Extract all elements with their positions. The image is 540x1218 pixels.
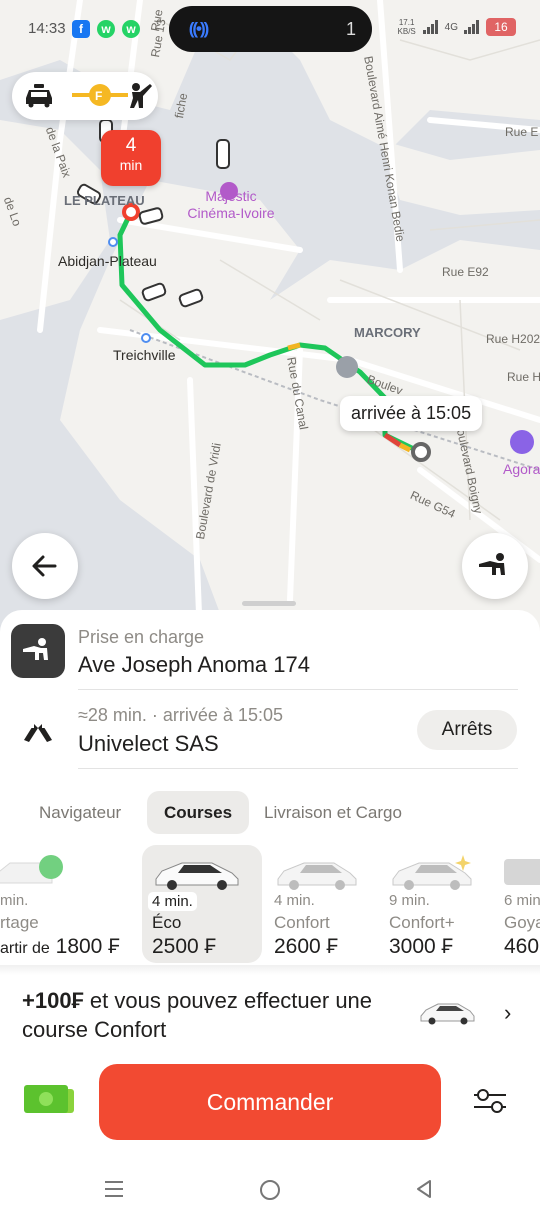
signal-icon <box>422 20 438 34</box>
tariff-name: Confort <box>274 913 330 932</box>
tariff-name: Éco <box>152 913 182 932</box>
status-bar: 14:33 f w w ((•)) 1 17.1 KB/S 4G 16 <box>0 0 540 58</box>
network-type: 4G <box>444 21 458 33</box>
dynamic-island[interactable]: ((•)) 1 <box>169 6 372 52</box>
car-icon <box>420 1003 475 1025</box>
tariff-price: 2600 ₣ <box>274 935 339 958</box>
car-icon <box>504 859 540 885</box>
broadcast-icon: ((•)) <box>188 19 210 38</box>
tariff-price: 460 <box>504 935 540 958</box>
island-count: 1 <box>345 19 356 39</box>
hand-waving-icon <box>130 83 152 108</box>
cash-payment-icon[interactable] <box>24 1085 74 1117</box>
network-speed: 17.1 KB/S <box>397 18 416 36</box>
service-tabs: Navigateur Courses Livraison et Cargo <box>0 791 540 835</box>
tariff-name: Goya <box>504 913 540 932</box>
car-icon <box>0 855 63 884</box>
map-label-rue-h: Rue H <box>507 370 540 384</box>
tab-courses[interactable]: Courses <box>147 791 250 834</box>
tariff-card-partage[interactable]: min. rtage artir de 1800 ₣ <box>0 845 120 963</box>
taxi-car-icon <box>26 84 52 108</box>
svg-text:F: F <box>95 89 102 103</box>
map-label-majestic: Majestic Cinéma-Ivoire <box>187 188 275 221</box>
map-label-agora: Agora <box>503 461 540 477</box>
car-icon <box>392 855 472 890</box>
divider <box>78 689 518 690</box>
map-label-rue-e92: Rue E92 <box>442 265 489 279</box>
pickup-address: Ave Joseph Anoma 174 <box>78 652 310 677</box>
signal-icon <box>464 20 479 34</box>
map-label-plateau: LE PLATEAU <box>64 193 145 208</box>
chevron-right-icon: › <box>504 1000 512 1025</box>
tariff-card-eco[interactable]: 4 min. Éco 2500 ₣ <box>142 845 262 963</box>
promo-text: +100₣ et vous pouvez effectuer une cours… <box>22 986 402 1044</box>
destination-meta: ≈28 min. · arrivée à 15:05 <box>78 705 283 725</box>
order-button[interactable]: Commander <box>99 1064 441 1140</box>
arrow-left-icon <box>32 555 57 577</box>
tariff-eta: 4 min. <box>274 892 315 909</box>
tariff-card-goya[interactable]: 6 min Goya 460 <box>494 845 540 963</box>
map-label-abidjan-plateau: Abidjan-Plateau <box>58 253 157 269</box>
promo-banner[interactable]: +100₣ et vous pouvez effectuer une cours… <box>0 980 540 1050</box>
system-navigation-bar <box>0 1160 540 1218</box>
pickup-person-icon <box>11 624 65 678</box>
person-waving-icon <box>479 553 505 575</box>
tariff-carousel[interactable]: min. rtage artir de 1800 ₣ 4 min. Éco 25… <box>0 845 540 965</box>
tariff-card-confort[interactable]: 4 min. Confort 2600 ₣ <box>264 845 384 963</box>
car-icon <box>277 862 357 890</box>
tariff-eta: 4 min. <box>148 892 197 911</box>
map-view[interactable]: Rue 13 Rue fiche Boulevard Aimé Henri Ko… <box>0 0 540 640</box>
pickup-row[interactable]: Prise en charge Ave Joseph Anoma 174 <box>0 610 540 698</box>
tariff-price: 2500 ₣ <box>152 935 217 958</box>
order-sheet: Prise en charge Ave Joseph Anoma 174 ≈28… <box>0 601 540 1218</box>
tab-livraison-cargo[interactable]: Livraison et Cargo <box>264 791 402 834</box>
destination-address: Univelect SAS <box>78 731 219 756</box>
whatsapp-icon: w <box>97 20 115 38</box>
status-time: 14:33 <box>28 20 66 37</box>
tariff-name: Confort+ <box>389 913 455 932</box>
stops-button[interactable]: Arrêts <box>417 710 517 750</box>
eta-unit: min <box>119 157 143 173</box>
facebook-icon: f <box>72 20 90 38</box>
pickup-label: Prise en charge <box>78 627 205 647</box>
whatsapp-icon: w <box>122 20 140 38</box>
back-button[interactable] <box>12 533 78 599</box>
map-label-rue-h202: Rue H202 <box>486 332 540 346</box>
divider <box>0 965 540 975</box>
finish-flags-icon <box>24 724 52 742</box>
tariff-card-confort-plus[interactable]: 9 min. Confort+ 3000 ₣ <box>379 845 499 963</box>
tariff-mode-pill[interactable]: F <box>12 72 158 120</box>
divider <box>78 768 518 769</box>
home-icon[interactable] <box>258 1178 282 1202</box>
map-label-treichville: Treichville <box>113 347 176 363</box>
map-label-marcory: MARCORY <box>354 325 421 340</box>
car-icon <box>155 862 239 890</box>
battery-icon: 16 <box>486 18 516 36</box>
map-label-rue-e: Rue E <box>505 125 539 139</box>
eta-value: 4 <box>125 135 137 156</box>
tariff-name: rtage <box>0 913 39 932</box>
tariff-price: 3000 ₣ <box>389 935 454 958</box>
promo-highlight: +100₣ <box>22 988 84 1013</box>
options-sliders-icon[interactable] <box>472 1086 508 1116</box>
pickup-point-button[interactable] <box>462 533 528 599</box>
tab-navigateur[interactable]: Navigateur <box>39 791 121 834</box>
recent-apps-icon[interactable] <box>103 1178 125 1200</box>
tariff-eta: min. <box>0 892 29 909</box>
sheet-grabber[interactable] <box>242 601 296 606</box>
tariff-eta: 9 min. <box>389 892 430 909</box>
tariff-eta: 6 min <box>504 892 540 909</box>
tariff-price: artir de 1800 ₣ <box>0 935 120 958</box>
back-nav-icon[interactable] <box>413 1178 435 1200</box>
pickup-eta-marker: 4 min <box>101 130 161 186</box>
status-indicators: 17.1 KB/S 4G 16 <box>397 18 516 36</box>
electric-fuel-icon: F <box>72 84 128 106</box>
arrival-time-bubble: arrivée à 15:05 <box>340 396 483 431</box>
